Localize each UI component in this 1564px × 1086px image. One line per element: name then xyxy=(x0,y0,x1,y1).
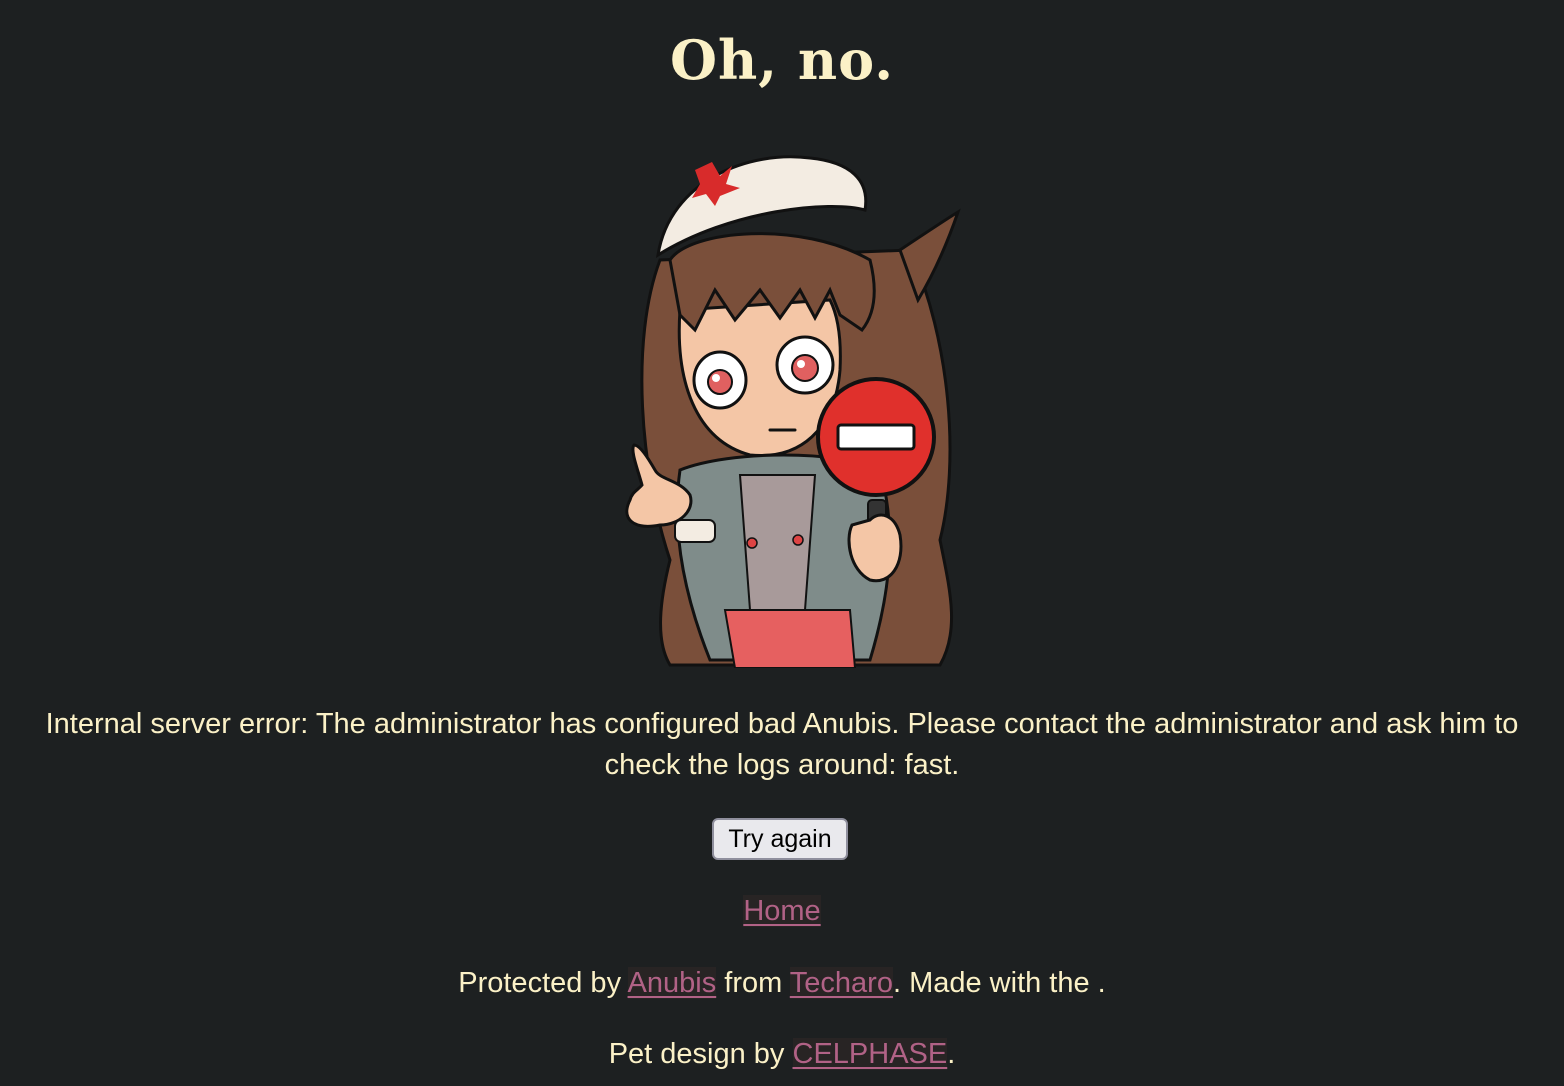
home-link-row: Home xyxy=(0,891,1564,931)
page-title: Oh, no. xyxy=(669,28,895,92)
from-text: from xyxy=(716,967,790,999)
protected-by-footer: Protected by Anubis from Techaro. Made w… xyxy=(0,963,1564,1003)
techaro-link[interactable]: Techaro xyxy=(789,967,893,999)
pet-design-text: Pet design by xyxy=(608,1038,793,1070)
pet-design-suffix: . xyxy=(947,1038,956,1070)
home-link[interactable]: Home xyxy=(743,895,821,927)
anubis-link[interactable]: Anubis xyxy=(627,967,717,999)
try-again-button[interactable]: Try again xyxy=(712,818,848,860)
error-message: Internal server error: The administrator… xyxy=(45,708,1519,781)
protected-by-text: Protected by xyxy=(458,967,628,999)
error-page: Oh, no. Internal server error: The admin… xyxy=(0,0,1564,1086)
celphase-link[interactable]: CELPHASE xyxy=(792,1038,948,1070)
made-with-text: . Made with the . xyxy=(892,967,1106,999)
pet-design-footer: Pet design by CELPHASE. xyxy=(0,1034,1564,1074)
anubis-mascot-stop-sign-icon xyxy=(625,155,961,668)
